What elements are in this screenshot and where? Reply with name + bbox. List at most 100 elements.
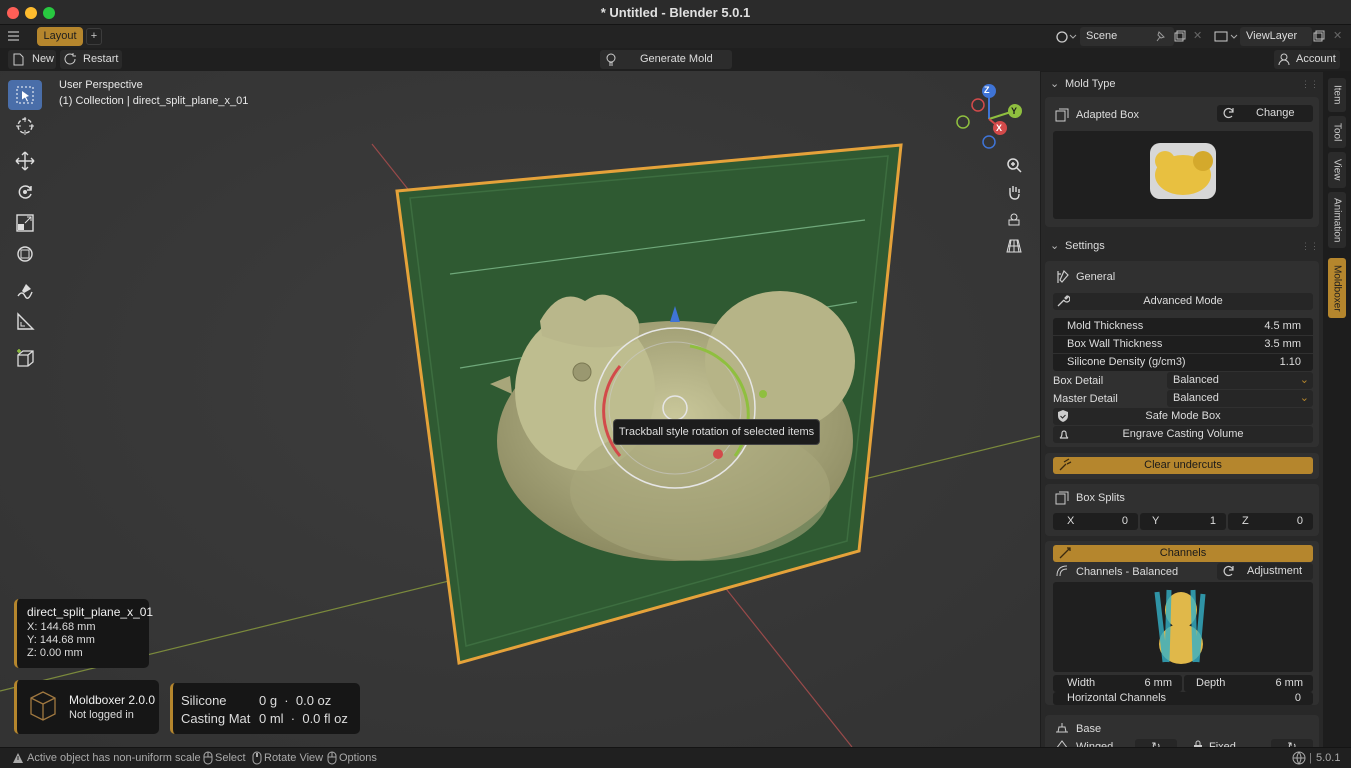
casting-label: Casting Mat [181, 711, 251, 726]
channels-preset: Channels - Balanced [1076, 566, 1179, 578]
select-tool-icon[interactable] [8, 80, 42, 110]
mold-type-title: Mold Type [1065, 78, 1116, 90]
new-file-icon [12, 53, 24, 73]
pin-icon[interactable] [1154, 30, 1166, 45]
split-x-field[interactable]: X 0 [1053, 513, 1138, 530]
tab-item[interactable]: Item [1328, 78, 1346, 112]
split-z-field[interactable]: Z 0 [1228, 513, 1313, 530]
menu-icon[interactable] [7, 30, 20, 45]
restart-button[interactable]: Restart [60, 50, 122, 69]
channels-preview [1053, 582, 1313, 672]
duplicate-view-layer-icon[interactable] [1313, 30, 1325, 45]
warning-text: Active object has non-uniform scale [27, 752, 201, 764]
collection-label: (1) Collection | direct_split_plane_x_01 [59, 95, 249, 107]
horizontal-channels-field[interactable]: Horizontal Channels 0 [1053, 692, 1313, 705]
new-label: New [32, 53, 55, 65]
mouse-right-icon [327, 751, 337, 768]
mold-thickness-field[interactable]: Mold Thickness 4.5 mm [1053, 318, 1313, 335]
rotate-tool-icon[interactable] [8, 177, 42, 207]
pan-hand-icon[interactable] [1004, 182, 1024, 202]
tab-view[interactable]: View [1328, 152, 1346, 188]
object-x: X: 144.68 mm [27, 621, 96, 633]
new-button[interactable]: New [8, 50, 56, 69]
width-value: 6 mm [1144, 677, 1173, 689]
drag-handle-icon[interactable]: ⋮⋮ [1301, 73, 1319, 95]
view-layer-selector[interactable]: ViewLayer [1240, 27, 1312, 46]
tooltip: Trackball style rotation of selected ite… [613, 419, 820, 445]
change-label: Change [1256, 107, 1295, 119]
channel-icon [1058, 546, 1072, 566]
mold-type-header[interactable]: ⌄ Mold Type ⋮⋮ [1045, 73, 1319, 95]
account-button[interactable]: Account [1274, 50, 1340, 69]
split-y-field[interactable]: Y 1 [1140, 513, 1226, 530]
perspective-label: User Perspective [59, 79, 143, 91]
dropdown-arrow-icon: ⌄ [1299, 392, 1309, 404]
advanced-mode-button[interactable]: Advanced Mode [1053, 293, 1313, 310]
box-type-icon [1055, 108, 1069, 125]
tab-animation[interactable]: Animation [1328, 192, 1346, 248]
box-splits-section: Box Splits X 0 Y 1 Z 0 [1045, 484, 1319, 536]
drag-handle-icon[interactable]: ⋮⋮ [1301, 235, 1319, 257]
safe-mode-box-toggle[interactable]: Safe Mode Box [1053, 408, 1313, 425]
channels-button[interactable]: Channels [1053, 545, 1313, 562]
channels-preset-icon [1055, 564, 1069, 581]
moldboxer-logo-icon [25, 688, 61, 727]
winged-toggle[interactable]: ↻ [1135, 739, 1177, 747]
width-label: Width [1067, 677, 1096, 689]
split-z-label: Z [1242, 515, 1249, 527]
safe-mode-label: Safe Mode Box [1145, 410, 1221, 422]
silicone-density-field[interactable]: Silicone Density (g/cm3) 1.10 [1053, 354, 1313, 371]
lock-icon [1193, 740, 1203, 747]
tab-tool[interactable]: Tool [1328, 116, 1346, 148]
add-workspace-button[interactable]: + [86, 28, 102, 45]
duplicate-scene-icon[interactable] [1174, 30, 1186, 45]
cursor-tool-icon[interactable] [8, 111, 42, 141]
settings-section: General Advanced Mode Mold Thickness 4.5… [1045, 261, 1319, 447]
gizmo-z-label[interactable]: Z [984, 85, 990, 95]
network-icon[interactable] [1292, 751, 1306, 768]
addon-name: Moldboxer 2.0.0 [69, 693, 156, 707]
measure-tool-icon[interactable] [8, 307, 42, 337]
adjustment-label: Adjustment [1247, 565, 1303, 577]
3d-viewport[interactable]: Z Y X User Perspective (1) Collection | … [0, 71, 1040, 747]
annotate-tool-icon[interactable] [8, 276, 42, 306]
fixed-toggle[interactable]: ↻ [1271, 739, 1313, 747]
box-wall-field[interactable]: Box Wall Thickness 3.5 mm [1053, 336, 1313, 353]
camera-icon[interactable] [1004, 209, 1024, 229]
engrave-label: Engrave Casting Volume [1122, 428, 1244, 440]
generate-mold-button[interactable]: Generate Mold [600, 50, 732, 69]
tab-layout[interactable]: Layout [37, 27, 83, 46]
split-y-label: Y [1152, 515, 1160, 527]
view-layer-icon[interactable] [1213, 29, 1239, 47]
add-cube-tool-icon[interactable] [8, 343, 42, 373]
delete-view-layer-icon[interactable]: ✕ [1333, 29, 1342, 42]
options-hint: Options [339, 752, 377, 764]
master-detail-dropdown[interactable]: Balanced ⌄ [1167, 390, 1313, 407]
view-layer-name: ViewLayer [1246, 30, 1298, 42]
scene-icon[interactable] [1055, 29, 1077, 47]
transform-tool-icon[interactable] [8, 239, 42, 269]
perspective-grid-icon[interactable] [1004, 236, 1024, 256]
adjustment-button[interactable]: Adjustment [1217, 563, 1313, 580]
engrave-casting-toggle[interactable]: Engrave Casting Volume [1053, 426, 1313, 443]
settings-header[interactable]: ⌄ Settings ⋮⋮ [1045, 235, 1319, 257]
clear-undercuts-button[interactable]: Clear undercuts [1053, 457, 1313, 474]
delete-scene-icon[interactable]: ✕ [1193, 29, 1202, 42]
channel-width-field[interactable]: Width 6 mm [1053, 675, 1182, 692]
silicone-value: 0 g · 0.0 oz [259, 693, 332, 708]
box-detail-dropdown[interactable]: Balanced ⌄ [1167, 372, 1313, 389]
channel-depth-field[interactable]: Depth 6 mm [1184, 675, 1313, 692]
gizmo-y-label[interactable]: Y [1011, 106, 1017, 116]
channels-label: Channels [1159, 547, 1207, 559]
refresh-icon [1222, 564, 1236, 584]
move-tool-icon[interactable] [8, 146, 42, 176]
refresh-icon [1222, 106, 1236, 126]
gizmo-x-label[interactable]: X [996, 123, 1002, 133]
materials-overlay: Silicone 0 g · 0.0 oz Casting Mat 0 ml ·… [170, 683, 360, 734]
scale-tool-icon[interactable] [8, 208, 42, 238]
tab-moldboxer[interactable]: Moldboxer [1328, 258, 1346, 318]
clear-undercuts-label: Clear undercuts [1144, 459, 1222, 471]
change-button[interactable]: Change [1217, 105, 1313, 122]
horizontal-channels-label: Horizontal Channels [1067, 692, 1167, 704]
zoom-icon[interactable] [1004, 155, 1024, 175]
